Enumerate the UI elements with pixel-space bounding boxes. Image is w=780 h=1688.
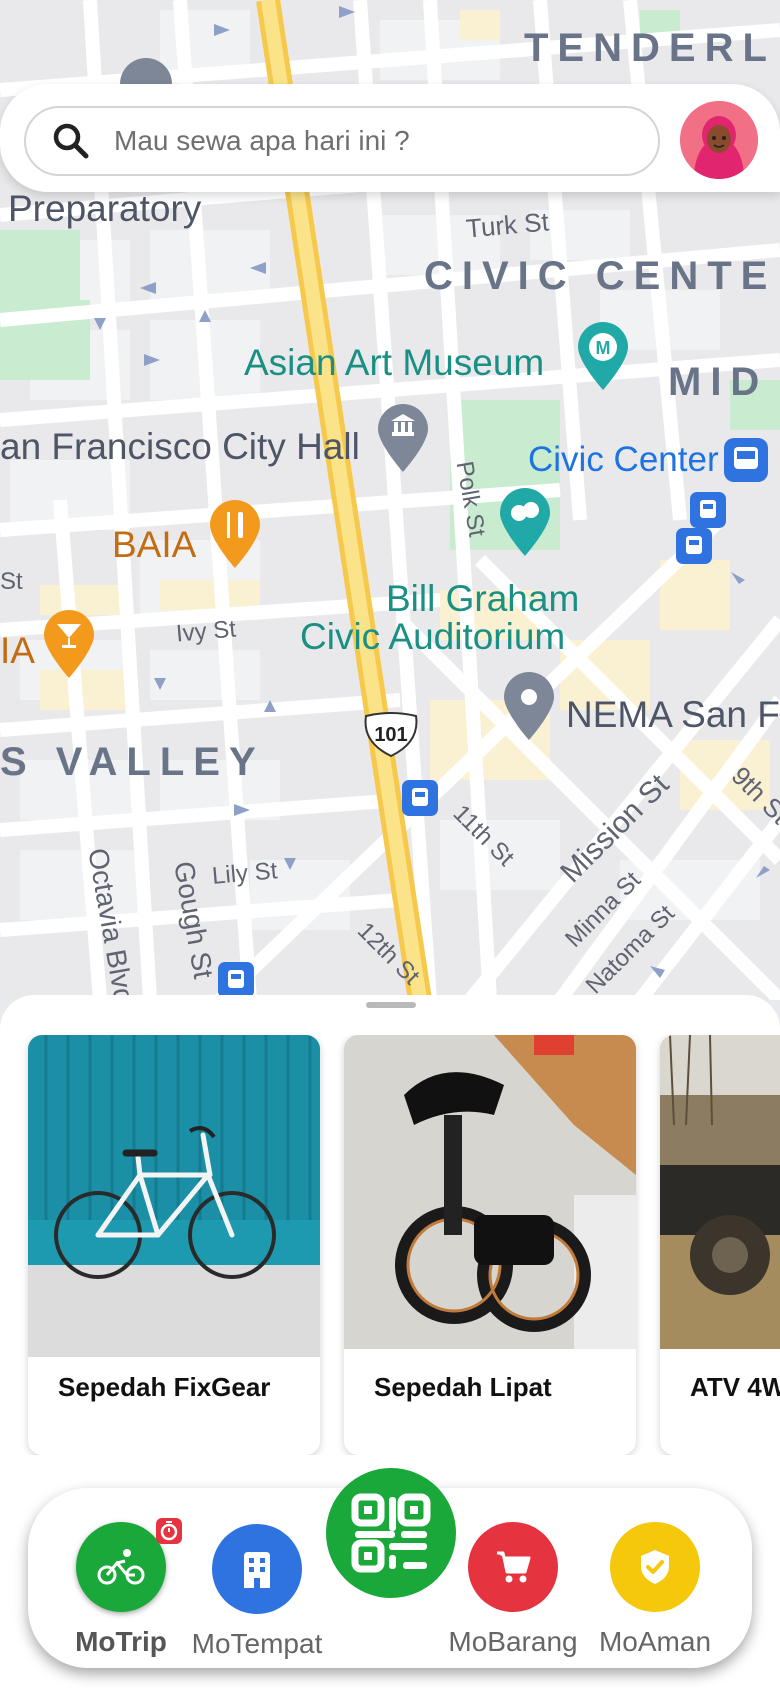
search-icon [53, 123, 89, 159]
district-label-tenderloin: TENDERL [524, 26, 776, 70]
district-label-civic-center: CIVIC CENTE [424, 254, 777, 298]
bottom-nav: MoTrip MoTempat MoBarang MoAman [28, 1468, 752, 1668]
mobarang-circle[interactable] [468, 1522, 558, 1612]
street-label-lily: Lily St [210, 857, 279, 890]
qr-scan-button[interactable] [326, 1468, 456, 1598]
product-card[interactable]: Sepedah FixGear [28, 1035, 320, 1455]
poi-label-city-hall[interactable]: an Francisco City Hall [0, 426, 360, 468]
bar-pin-icon[interactable] [40, 608, 98, 680]
product-title: Sepedah FixGear [58, 1372, 271, 1402]
bicycle-rider-icon [97, 1549, 145, 1585]
search-field[interactable] [24, 106, 660, 176]
shield-check-icon [641, 1550, 669, 1584]
tram-stop-icon[interactable] [676, 528, 712, 564]
district-label-hayes-valley: S VALLEY [0, 740, 265, 784]
nav-item-moaman[interactable]: MoAman [580, 1488, 730, 1668]
street-label-ivy: Ivy St [174, 615, 238, 648]
product-card[interactable]: Sepedah Lipat [344, 1035, 636, 1455]
motempat-circle[interactable] [212, 1524, 302, 1614]
product-title: ATV 4W [690, 1372, 780, 1402]
avatar[interactable] [680, 101, 758, 179]
sheet-drag-handle[interactable] [366, 1002, 416, 1008]
nav-label-mobarang: MoBarang [448, 1626, 578, 1657]
moaman-circle[interactable] [610, 1522, 700, 1612]
map-pin-partial-icon [120, 58, 172, 84]
poi-label-preparatory: Preparatory [8, 188, 202, 229]
search-header [0, 84, 780, 192]
product-image-fixgear [28, 1035, 320, 1357]
place-pin-icon[interactable] [500, 670, 558, 742]
city-hall-pin-icon[interactable] [374, 402, 432, 474]
timer-badge-icon [156, 1518, 182, 1544]
qr-code-icon [351, 1493, 431, 1573]
tram-stop-icon[interactable] [218, 962, 254, 998]
district-label-mid: MID [668, 360, 769, 404]
poi-label-bill-graham-2[interactable]: Civic Auditorium [300, 616, 565, 658]
highway-number: 101 [374, 724, 408, 746]
avatar-girl-icon [680, 101, 758, 179]
poi-label-baia[interactable]: BAIA [112, 524, 196, 566]
nav-label-moaman: MoAman [598, 1626, 712, 1657]
product-title: Sepedah Lipat [374, 1372, 552, 1402]
search-input[interactable] [114, 125, 634, 157]
nav-item-motempat[interactable]: MoTempat [182, 1488, 332, 1668]
restaurant-pin-icon[interactable] [206, 498, 264, 570]
nav-item-motrip[interactable]: MoTrip [46, 1488, 196, 1668]
bus-station-icon[interactable] [724, 438, 768, 482]
product-card[interactable]: ATV 4W [660, 1035, 780, 1455]
motrip-circle[interactable] [76, 1522, 166, 1612]
product-image-folding-bike [344, 1035, 636, 1349]
poi-label-nema[interactable]: NEMA San F [566, 694, 780, 736]
tram-stop-icon[interactable] [690, 492, 726, 528]
poi-label-asian-art-museum[interactable]: Asian Art Museum [244, 342, 544, 384]
street-label-st: St [0, 568, 23, 595]
product-image-atv [660, 1035, 780, 1349]
svg-text:M: M [596, 338, 611, 358]
poi-label-bill-graham-1[interactable]: Bill Graham [386, 578, 579, 620]
poi-label-civic-center-station[interactable]: Civic Center [528, 440, 719, 480]
shopping-cart-icon [497, 1551, 531, 1583]
nav-item-mobarang[interactable]: MoBarang [438, 1488, 588, 1668]
museum-pin-icon[interactable]: M [574, 320, 632, 392]
nav-label-motempat: MoTempat [191, 1628, 323, 1659]
product-carousel[interactable]: Sepedah FixGear Sepedah Lipat ATV 4W [0, 1035, 780, 1455]
theater-pin-icon[interactable] [496, 486, 554, 558]
poi-label-ia[interactable]: IA [0, 630, 35, 672]
building-icon [244, 1552, 270, 1588]
tram-stop-icon[interactable] [402, 780, 438, 816]
